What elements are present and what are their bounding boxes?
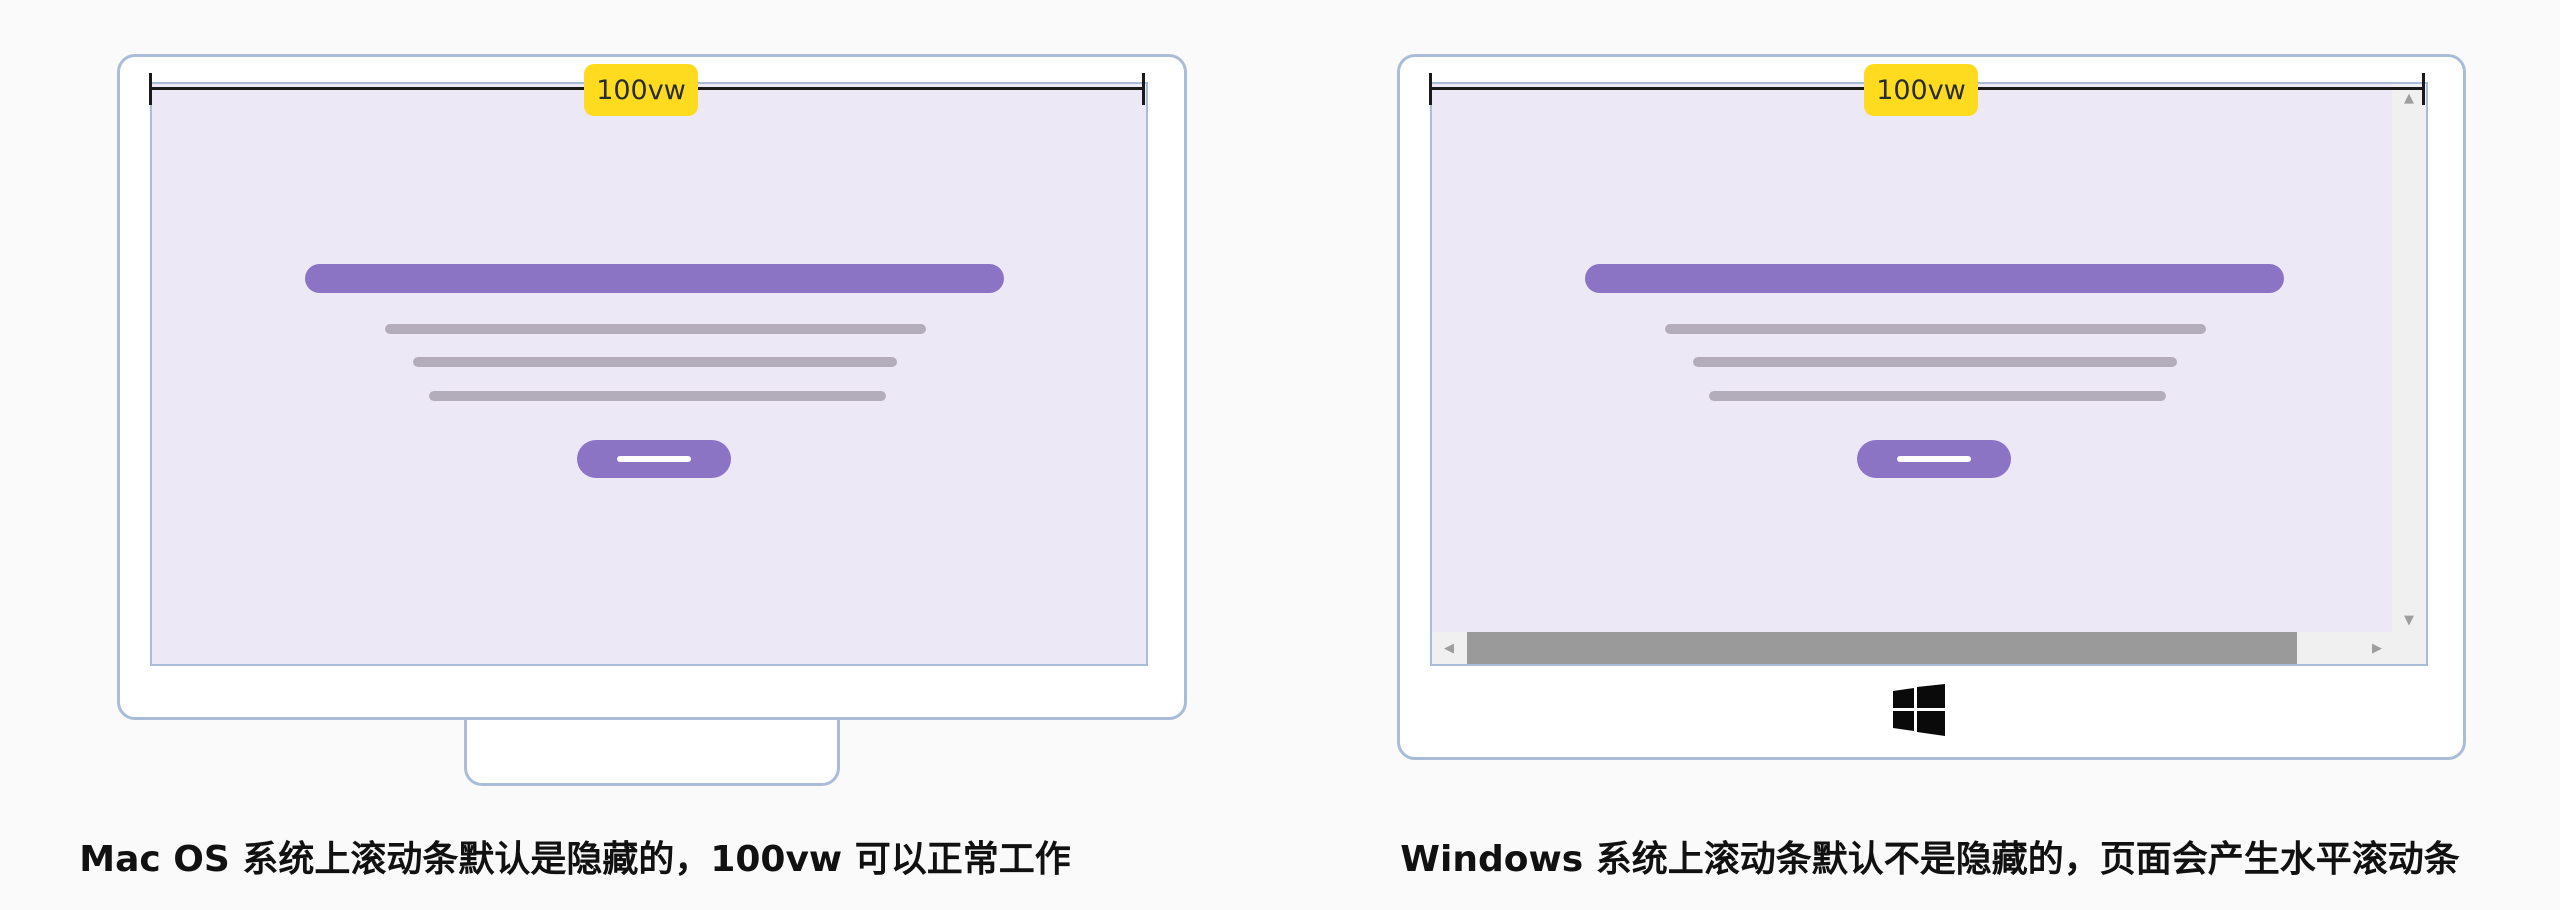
windows-ruler-tick-right (2422, 73, 2425, 105)
windows-logo-icon (1893, 684, 1945, 736)
horizontal-scrollbar[interactable]: ◀ ▶ (1432, 632, 2426, 664)
mac-ruler-tick-right (1142, 73, 1145, 105)
text-line-3 (1709, 391, 2166, 401)
horizontal-scrollbar-thumb[interactable] (1467, 632, 2297, 664)
text-line-2 (413, 357, 897, 367)
mac-ruler-label: 100vw (584, 64, 698, 116)
hero-title-bar (1585, 264, 2284, 293)
cta-button (577, 440, 731, 478)
cta-button-label (617, 456, 691, 462)
cta-button (1857, 440, 2011, 478)
text-line-1 (385, 324, 926, 334)
windows-ruler-label: 100vw (1864, 64, 1978, 116)
scroll-left-arrow-icon[interactable]: ◀ (1444, 642, 1454, 655)
text-line-1 (1665, 324, 2206, 334)
hero-title-bar (305, 264, 1004, 293)
cta-button-label (1897, 456, 1971, 462)
windows-ruler-tick-left (1429, 73, 1432, 105)
scroll-up-arrow-icon[interactable]: ▲ (2404, 92, 2414, 105)
windows-caption: Windows 系统上滚动条默认不是隐藏的，页面会产生水平滚动条 (1400, 839, 2460, 880)
scroll-right-arrow-icon[interactable]: ▶ (2372, 642, 2382, 655)
mac-screen (150, 82, 1148, 666)
mac-ruler-tick-left (149, 73, 152, 105)
windows-screen: ▲ ▼ ◀ ▶ (1430, 82, 2428, 666)
vertical-scrollbar[interactable]: ▲ ▼ (2392, 84, 2426, 632)
text-line-2 (1693, 357, 2177, 367)
scroll-down-arrow-icon[interactable]: ▼ (2404, 614, 2414, 627)
text-line-3 (429, 391, 886, 401)
mac-caption: Mac OS 系统上滚动条默认是隐藏的，100vw 可以正常工作 (79, 839, 1071, 880)
mac-monitor-stand (464, 716, 840, 786)
